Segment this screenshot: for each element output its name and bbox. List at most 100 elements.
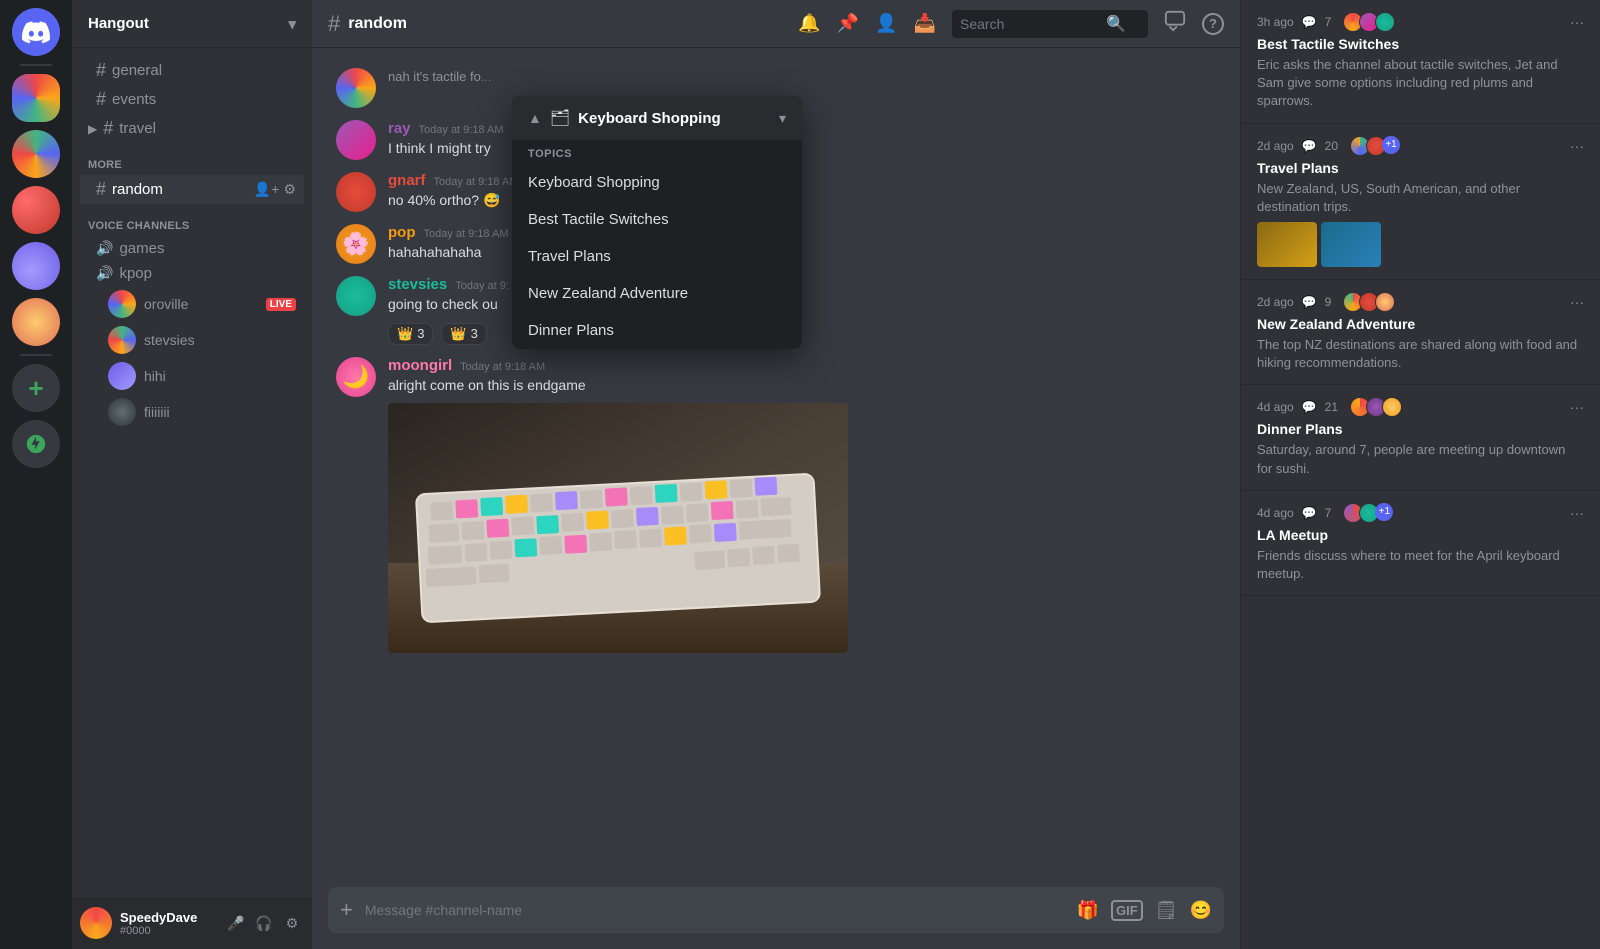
server-separator-2 [20,354,52,356]
search-input[interactable] [960,16,1100,32]
avatar-gnarf [336,172,376,212]
topic-keyboard-shopping[interactable]: Keyboard Shopping [512,164,802,201]
help-icon[interactable]: ? [1202,13,1224,35]
thread-more-4[interactable]: ··· [1570,399,1584,415]
thread-comments-5: 7 [1325,506,1332,520]
settings-icon[interactable]: ⚙ [283,181,296,198]
thread-more-1[interactable]: ··· [1570,14,1584,30]
channel-sidebar: Hangout ▾ # general # events ▶ # travel … [72,0,312,949]
thread-comments-1: 7 [1325,15,1332,29]
discord-button[interactable] [12,8,60,56]
server-sidebar: + [0,0,72,949]
channel-item-events[interactable]: # events [80,85,304,114]
emoji-icon[interactable]: 😊 [1190,900,1212,921]
thread-travel-plans[interactable]: 2d ago 💬 20 +1 ··· Travel Plans New Zeal… [1241,124,1600,280]
thread-ago-4: 4d ago [1257,400,1294,414]
explore-servers-button[interactable] [12,420,60,468]
gift-icon[interactable]: 🎁 [1077,900,1099,921]
settings-button[interactable]: ⚙ [280,911,304,935]
voice-label: VOICE CHANNELS [88,220,189,232]
voice-channel-games[interactable]: 🔊 games [80,236,304,261]
thread-more-2[interactable]: ··· [1570,138,1584,154]
search-bar[interactable]: 🔍 [952,10,1148,38]
topic-best-tactile[interactable]: Best Tactile Switches [512,201,802,238]
message-text-1: nah it's tactile fo... [388,68,1216,86]
thread-desc-4: Saturday, around 7, people are meeting u… [1257,441,1584,477]
voice-name-kpop: kpop [119,265,152,282]
thread-more-5[interactable]: ··· [1570,505,1584,521]
add-server-button[interactable]: + [12,364,60,412]
thread-comments-2: 20 [1325,139,1338,153]
thread-img-2b [1321,222,1381,267]
mute-button[interactable]: 🎤 [224,911,248,935]
add-member-icon[interactable]: 👤+ [254,181,280,198]
thread-best-tactile[interactable]: 3h ago 💬 7 ··· Best Tactile Switches Eri… [1241,0,1600,124]
notification-bell-icon[interactable]: 🔔 [798,13,820,34]
channel-item-travel[interactable]: ▶ # travel [80,114,304,143]
server-separator [20,64,52,66]
server-hangout[interactable] [12,74,60,122]
server-name: Hangout [88,15,149,32]
attach-button[interactable]: + [340,887,353,933]
hash-icon: # [96,179,106,200]
user-controls: 🎤 🎧 ⚙ [224,911,304,935]
avatar-stevsies [336,276,376,316]
reaction-crown-1[interactable]: 👑 3 [388,323,433,345]
topic-down-icon[interactable]: ▾ [779,110,786,127]
user-avatar-hihi [108,362,136,390]
topics-label: TOPICS [512,140,802,164]
topic-dinner-plans[interactable]: Dinner Plans [512,312,802,349]
members-icon[interactable]: 👤 [875,13,897,34]
gif-icon[interactable]: GIF [1111,900,1143,921]
channel-item-general[interactable]: # general [80,56,304,85]
current-user-avatar [80,907,112,939]
server-dropdown-icon: ▾ [288,15,296,33]
headset-button[interactable]: 🎧 [252,911,276,935]
pin-icon[interactable]: 📌 [837,13,859,34]
thread-icon[interactable] [1164,10,1186,37]
thread-dinner-plans[interactable]: 4d ago 💬 21 ··· Dinner Plans Saturday, a… [1241,385,1600,490]
thread-desc-5: Friends discuss where to meet for the Ap… [1257,547,1584,583]
server-2[interactable] [12,130,60,178]
thread-meta-3: 2d ago 💬 9 ··· [1257,292,1584,312]
server-3[interactable] [12,186,60,234]
forum-icon: 🗂 [550,108,570,128]
message-time-stevsies: Today at 9: [455,280,509,292]
message-moongirl: 🌙 moongirl Today at 9:18 AM alright come… [328,353,1224,658]
server-5[interactable] [12,298,60,346]
topic-travel-plans[interactable]: Travel Plans [512,238,802,275]
thread-title-4: Dinner Plans [1257,421,1584,437]
keyboard-image [388,403,848,653]
channel-item-random[interactable]: # random 👤+ ⚙ [80,175,304,204]
thread-comments-3: 9 [1325,295,1332,309]
voice-user-fiiiiiii[interactable]: fiiiiiii [80,394,304,430]
comment-icon-5: 💬 [1302,506,1317,520]
thread-meta-5: 4d ago 💬 7 +1 ··· [1257,503,1584,523]
thread-nz-adventure[interactable]: 2d ago 💬 9 ··· New Zealand Adventure The… [1241,280,1600,385]
thread-title-3: New Zealand Adventure [1257,316,1584,332]
thread-ago-3: 2d ago [1257,295,1294,309]
channel-header-name: random [348,15,790,33]
message-input[interactable] [365,891,1065,929]
main-content: # random 🔔 📌 👤 📥 🔍 ? nah it's tactile fo… [312,0,1240,949]
server-header[interactable]: Hangout ▾ [72,0,312,48]
voice-user-hihi[interactable]: hihi [80,358,304,394]
voice-user-stevsies[interactable]: stevsies [80,322,304,358]
current-user-info: SpeedyDave #0000 [120,910,216,937]
server-4[interactable] [12,242,60,290]
thread-desc-3: The top NZ destinations are shared along… [1257,336,1584,372]
thread-la-meetup[interactable]: 4d ago 💬 7 +1 ··· LA Meetup Friends disc… [1241,491,1600,596]
inbox-icon[interactable]: 📥 [914,13,936,34]
reaction-count-2: 3 [471,326,478,341]
message-author-moongirl: moongirl [388,357,452,374]
topic-nz-adventure[interactable]: New Zealand Adventure [512,275,802,312]
sticker-icon[interactable]: 🗒 [1155,900,1178,921]
message-text-moongirl: alright come on this is endgame [388,376,1216,396]
message-time-moongirl: Today at 9:18 AM [460,361,545,373]
thread-more-3[interactable]: ··· [1570,294,1584,310]
voice-section: VOICE CHANNELS [72,204,312,236]
reaction-crown-2[interactable]: 👑 3 [441,323,486,345]
message-input-area: + 🎁 GIF 🗒 😊 [312,871,1240,949]
voice-user-oroville[interactable]: oroville LIVE [80,286,304,322]
voice-channel-kpop[interactable]: 🔊 kpop [80,261,304,286]
